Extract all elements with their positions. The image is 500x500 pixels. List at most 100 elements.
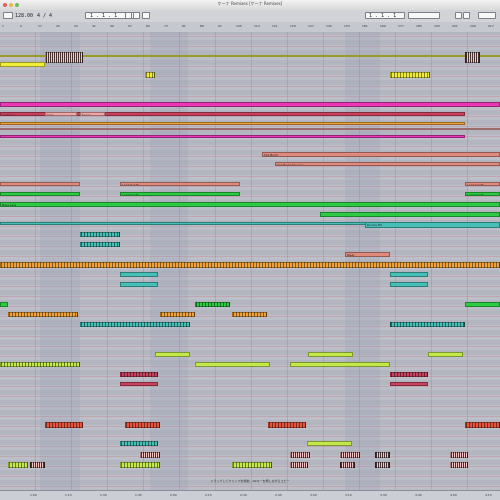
clip[interactable] — [390, 322, 465, 327]
clip[interactable] — [290, 462, 308, 468]
clip[interactable]: Bass Line — [0, 202, 500, 207]
clip[interactable]: Lead Synth — [465, 192, 500, 196]
clip[interactable] — [0, 262, 500, 268]
clip[interactable] — [0, 302, 8, 307]
clip[interactable] — [307, 441, 352, 446]
clip[interactable] — [8, 312, 78, 317]
clip[interactable] — [195, 362, 270, 367]
clip[interactable] — [0, 102, 500, 107]
time-marker: 3:45 — [415, 493, 422, 497]
clip[interactable]: Lead Synth — [120, 182, 240, 186]
clip-name: Kick — [47, 113, 54, 116]
clip[interactable] — [120, 382, 158, 386]
clip[interactable] — [465, 422, 500, 428]
stop-button[interactable] — [133, 12, 140, 19]
bar-number: 9 — [20, 24, 22, 28]
clip[interactable] — [232, 462, 272, 468]
clip[interactable]: Riser — [345, 252, 390, 257]
clip[interactable] — [450, 452, 468, 458]
clip[interactable]: Vox Build — [262, 152, 500, 157]
arrangement-view[interactable]: Audio 1 Kick Snare Vox Build Vox Build Rever… — [0, 32, 500, 490]
clip-name: Lead Synth — [467, 193, 484, 196]
bar-number: 209 — [470, 24, 476, 28]
clip[interactable]: Drums Fill — [365, 222, 500, 228]
clip[interactable] — [145, 72, 155, 78]
clip[interactable] — [0, 362, 80, 367]
record-button[interactable] — [142, 12, 150, 19]
clip[interactable] — [340, 462, 355, 468]
clip[interactable] — [160, 312, 195, 317]
clip[interactable] — [375, 452, 390, 458]
clip[interactable] — [0, 135, 465, 138]
clip[interactable] — [45, 52, 83, 63]
clip[interactable] — [390, 372, 428, 377]
clip-name: Lead Synth — [467, 183, 484, 186]
bar-number: 49 — [110, 24, 114, 28]
clip[interactable] — [0, 122, 465, 125]
clip[interactable] — [120, 282, 158, 287]
clip[interactable] — [0, 192, 80, 196]
bar-number: 17 — [38, 24, 42, 28]
bar-number: 73 — [164, 24, 168, 28]
clip[interactable] — [428, 352, 463, 357]
clip[interactable] — [155, 352, 190, 357]
clip[interactable] — [140, 452, 160, 458]
clip[interactable] — [232, 312, 267, 317]
time-ruler[interactable]: 1:00 1:15 1:30 1:45 2:00 2:15 2:30 2:45 3:00 3:15… — [0, 490, 500, 500]
bar-number: 177 — [398, 24, 404, 28]
clip[interactable] — [0, 128, 500, 130]
clip[interactable] — [390, 72, 430, 78]
clip-name: Lead Synth — [122, 183, 139, 186]
clip[interactable] — [340, 452, 360, 458]
clip[interactable] — [45, 422, 83, 428]
clip[interactable] — [125, 422, 160, 428]
status-hint: ドラッグしてクリップを移動、Altキーを押しながらコピー — [210, 479, 290, 483]
clip[interactable] — [195, 302, 230, 307]
time-marker: 4:00 — [450, 493, 457, 497]
clip-name: Vox Build Reverse — [277, 163, 304, 166]
clip[interactable] — [120, 372, 158, 377]
clip[interactable] — [390, 282, 428, 287]
clip[interactable] — [268, 422, 306, 428]
bar-number: 121 — [272, 24, 278, 28]
clip[interactable] — [120, 441, 158, 446]
clip[interactable] — [8, 462, 28, 468]
clip[interactable]: Lead Synth — [465, 182, 500, 186]
clip-name: Bass Line — [2, 203, 17, 207]
clip[interactable]: Lead Synth — [120, 192, 240, 196]
clip[interactable] — [290, 452, 310, 458]
clip[interactable] — [120, 272, 158, 277]
clip[interactable] — [80, 242, 120, 247]
time-marker: 1:15 — [65, 493, 72, 497]
loop-length-field[interactable] — [408, 12, 440, 19]
time-signature-readout[interactable]: 4 / 4 — [37, 13, 52, 19]
clip[interactable] — [375, 462, 390, 468]
time-marker: 1:30 — [100, 493, 107, 497]
tap-tempo-button[interactable] — [3, 12, 13, 19]
play-button[interactable] — [125, 12, 132, 19]
clip[interactable] — [308, 352, 353, 357]
clip[interactable] — [320, 212, 500, 217]
midi-map-button[interactable] — [455, 12, 462, 19]
clip[interactable]: Snare — [80, 112, 105, 116]
clip[interactable]: Kick — [45, 112, 77, 116]
clip[interactable] — [450, 462, 468, 468]
clip[interactable] — [120, 462, 160, 468]
clip[interactable] — [80, 322, 190, 327]
clip[interactable] — [80, 232, 120, 237]
clip[interactable] — [290, 362, 390, 367]
time-marker: 2:45 — [275, 493, 282, 497]
clip[interactable] — [390, 272, 428, 277]
clip[interactable] — [390, 382, 428, 386]
clip[interactable] — [465, 302, 500, 307]
bar-number: 185 — [416, 24, 422, 28]
clip[interactable] — [465, 52, 480, 63]
arrangement-position: 1 . 1 . 1 — [90, 13, 118, 19]
key-map-button[interactable] — [463, 12, 470, 19]
clip[interactable]: Vox Build Reverse — [275, 162, 500, 166]
tempo-readout[interactable]: 128.00 — [15, 13, 33, 19]
bar-number: 217 — [488, 24, 494, 28]
clip[interactable] — [0, 62, 45, 67]
clip[interactable] — [30, 462, 45, 468]
clip[interactable] — [0, 182, 80, 186]
